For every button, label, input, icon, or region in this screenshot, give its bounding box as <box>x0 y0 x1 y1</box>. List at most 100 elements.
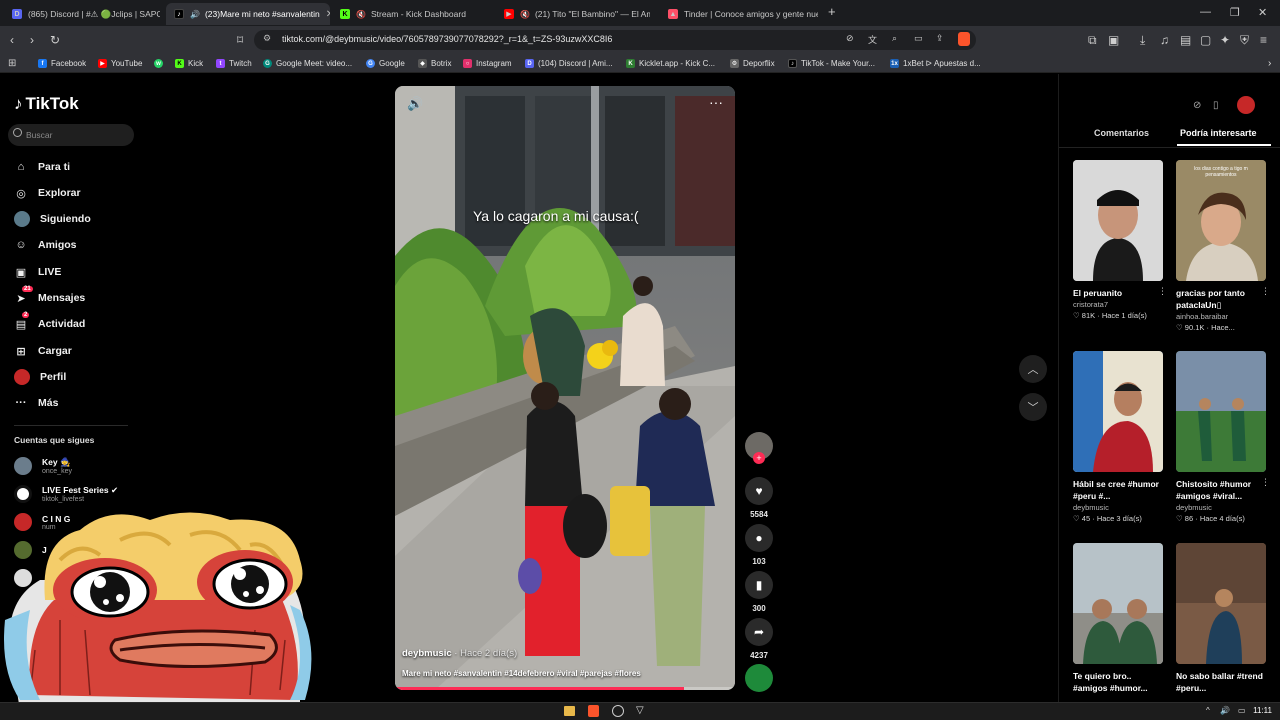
site-info-icon[interactable]: ⚙ <box>263 33 271 44</box>
suggested-video-card[interactable]: El peruanito ⋮ cristorata7 ♡ 81K · Hace … <box>1073 160 1167 320</box>
bookmark-discord[interactable]: D (104) Discord | Ami... <box>525 57 613 70</box>
vpn-icon[interactable]: ⛨ <box>1240 33 1249 48</box>
nav-messages[interactable]: ➤ 21 Mensajes <box>14 286 85 307</box>
tiktok-logo[interactable]: ♪ TikTok <box>14 94 79 114</box>
browser-tab-tinder[interactable]: ▲ Tinder | Conoce amigos y gente nueva <box>660 3 818 25</box>
chevron-down-icon: ﹀ <box>1027 402 1039 414</box>
nav-activity[interactable]: ▤ 2 Actividad <box>14 312 85 333</box>
wallet-card-icon[interactable]: ▢ <box>1200 33 1211 47</box>
url-bar[interactable]: ⚙ tiktok.com/@deybmusic/video/7605789739… <box>254 30 976 50</box>
bookmark-twitch[interactable]: t Twitch <box>216 57 252 70</box>
browser-tab-discord[interactable]: D (865) Discord | #⚠ 🟢Jclips | SAPOLIC <box>4 3 160 25</box>
video-player[interactable]: 🔊 ··· Ya lo cagaron a mi causa:( deybmus… <box>395 86 735 690</box>
author-avatar-button[interactable]: + <box>745 432 773 472</box>
bookmark-kicklet[interactable]: K Kicklet.app - Kick C... <box>626 57 715 70</box>
share-icon[interactable]: ⇪ <box>936 33 944 44</box>
apps-grid-icon[interactable]: ⊞ <box>8 57 16 70</box>
suggested-video-card[interactable]: No sabo ballar #trend #peru... <box>1176 543 1266 694</box>
bookmark-icon[interactable]: ⌑ <box>237 33 243 47</box>
new-tab-icon[interactable]: + <box>828 4 836 19</box>
card-options-icon[interactable]: ⋮ <box>1261 286 1270 297</box>
sidebar-toggle-icon[interactable]: ▤ <box>1180 33 1191 47</box>
suggested-video-card[interactable]: Hábil se cree #humor #peru #... deybmusi… <box>1073 351 1163 523</box>
nav-friends[interactable]: ☺ Amigos <box>14 236 76 254</box>
nav-profile[interactable]: Perfil <box>14 368 66 386</box>
translate-icon[interactable]: 文 <box>868 33 877 46</box>
nav-following[interactable]: Siguiendo <box>14 210 91 228</box>
previous-video-button[interactable]: ︿ <box>1019 355 1047 383</box>
device-icon[interactable]: ▯ <box>1213 100 1219 111</box>
bookmark-google[interactable]: G Google <box>366 57 405 70</box>
bookmark-tiktok[interactable]: ♪ TikTok - Make Your... <box>788 57 875 70</box>
nav-for-you[interactable]: ⌂ Para ti <box>14 158 70 176</box>
card-options-icon[interactable]: ⋮ <box>1261 477 1270 488</box>
suggested-video-card[interactable]: Te quiero bro.. #amigos #humor... <box>1073 543 1163 694</box>
search-input[interactable]: Buscar <box>8 124 134 146</box>
nav-live[interactable]: ▣ LIVE <box>14 263 62 281</box>
downloads-icon[interactable]: ⤓ <box>1140 33 1145 48</box>
bookmark-whatsapp[interactable]: w <box>154 57 167 70</box>
brave-browser-icon[interactable] <box>588 705 599 717</box>
suggested-video-card[interactable]: Chistosito #humor #amigos #viral... ⋮ de… <box>1176 351 1270 523</box>
restore-icon[interactable]: ❐ <box>1230 6 1240 19</box>
following-account[interactable]: Key 🧙 once_key <box>14 456 72 476</box>
suggested-video-card[interactable]: los dias contigo a tigo m pensamientos g… <box>1176 160 1270 332</box>
video-author[interactable]: deybmusic · Hace 2 día(s) <box>402 648 517 659</box>
extensions-icon[interactable]: ⧉ <box>1088 33 1097 48</box>
browser-tab-kick[interactable]: K 🔇 Stream - Kick Dashboard <box>332 3 492 25</box>
close-window-icon[interactable]: ✕ <box>1258 6 1267 19</box>
browser-tab-tiktok[interactable]: ♪ 🔊 (23)Mare mi neto #sanvalentin ✕ <box>166 3 330 25</box>
music-disc-button[interactable] <box>745 664 773 692</box>
user-avatar[interactable] <box>1237 96 1255 114</box>
music-icon[interactable]: ♫ <box>1160 33 1169 47</box>
bookmark-instagram[interactable]: ○ Instagram <box>463 57 512 70</box>
video-thumbnail <box>1176 543 1266 664</box>
nav-upload[interactable]: ⊞ Cargar <box>14 342 71 360</box>
reader-mode-icon[interactable]: ⊘ <box>846 33 854 44</box>
network-icon[interactable]: ▭ <box>1238 706 1246 715</box>
nav-more[interactable]: ··· Más <box>14 394 59 412</box>
close-tab-icon[interactable]: ✕ <box>320 9 330 20</box>
comment-button[interactable]: ● 103 <box>745 524 773 566</box>
url-text[interactable]: tiktok.com/@deybmusic/video/760578973907… <box>282 34 612 44</box>
compass-small-icon[interactable]: ⊘ <box>1193 100 1201 111</box>
bookmark-1xbet[interactable]: 1x 1xBet ᐅ Apuestas d... <box>890 57 981 70</box>
botrix-icon: ◆ <box>418 59 427 68</box>
share-button[interactable]: ➦ 4237 <box>745 618 773 660</box>
tray-chevron-icon[interactable]: ^ <box>1206 706 1210 715</box>
wallet-icon[interactable]: ▣ <box>1108 33 1119 47</box>
bookmark-youtube[interactable]: ▶ YouTube <box>98 57 142 70</box>
bookmark-google-meet[interactable]: G Google Meet: video... <box>263 57 352 70</box>
video-progress-bar[interactable] <box>395 687 735 690</box>
minimize-icon[interactable]: — <box>1200 6 1211 18</box>
volume-tray-icon[interactable]: 🔊 <box>1220 706 1230 715</box>
obs-icon[interactable] <box>612 705 624 717</box>
zoom-icon[interactable]: ⌕ <box>892 33 897 44</box>
save-button[interactable]: ▮ 300 <box>745 571 773 613</box>
forward-icon[interactable]: › <box>30 33 34 47</box>
browser-tab-youtube[interactable]: ▶ 🔇 (21) Tito "El Bambino" — El Amor <box>496 3 650 25</box>
like-button[interactable]: ♥ 5584 <box>745 477 773 519</box>
tab-suggested[interactable]: Podría interesarte <box>1180 128 1257 138</box>
follow-plus-icon[interactable]: + <box>753 452 765 464</box>
menu-icon[interactable]: ≡ <box>1260 33 1267 47</box>
leo-ai-icon[interactable]: ✦ <box>1220 33 1230 47</box>
card-options-icon[interactable]: ⋮ <box>1158 286 1167 297</box>
volume-icon[interactable]: 🔊 <box>407 96 423 112</box>
cast-icon[interactable]: ▭ <box>914 33 923 44</box>
app-icon[interactable]: ▽ <box>636 705 644 716</box>
reload-icon[interactable]: ↻ <box>50 33 60 47</box>
bookmark-botrix[interactable]: ◆ Botrix <box>418 57 451 70</box>
tab-comments[interactable]: Comentarios <box>1094 128 1149 138</box>
bookmark-deporflix[interactable]: ⚙ Deporflix <box>730 57 775 70</box>
bookmark-facebook[interactable]: f Facebook <box>38 57 86 70</box>
next-video-button[interactable]: ﹀ <box>1019 393 1047 421</box>
file-explorer-icon[interactable] <box>564 706 575 716</box>
brave-shield-icon[interactable] <box>958 32 970 46</box>
video-options-icon[interactable]: ··· <box>709 94 723 110</box>
nav-explore[interactable]: ◎ Explorar <box>14 184 80 202</box>
kicklet-icon: K <box>626 59 635 68</box>
more-bookmarks-icon[interactable]: › <box>1268 57 1271 70</box>
back-icon[interactable]: ‹ <box>10 33 14 47</box>
bookmark-kick[interactable]: K Kick <box>175 57 203 70</box>
